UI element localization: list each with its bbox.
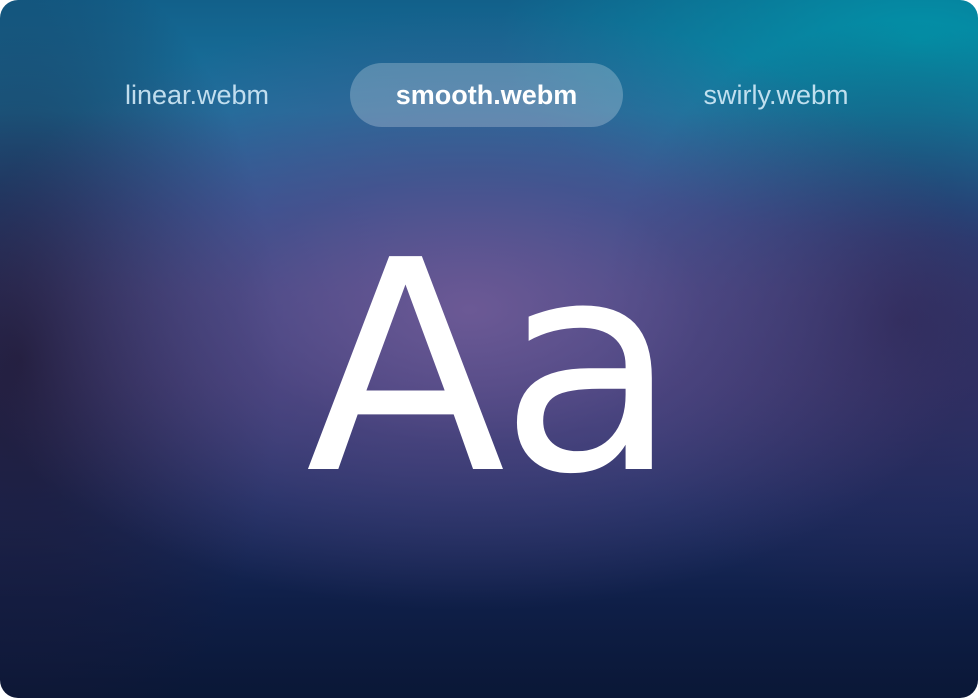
video-tab-bar: linear.webm smooth.webm swirly.webm xyxy=(0,63,978,127)
tab-swirly[interactable]: swirly.webm xyxy=(675,63,877,127)
font-sample-text: Aa xyxy=(305,198,679,538)
tab-smooth[interactable]: smooth.webm xyxy=(350,63,623,127)
tab-linear[interactable]: linear.webm xyxy=(96,63,298,127)
video-preview-card: linear.webm smooth.webm swirly.webm Aa xyxy=(0,0,978,698)
